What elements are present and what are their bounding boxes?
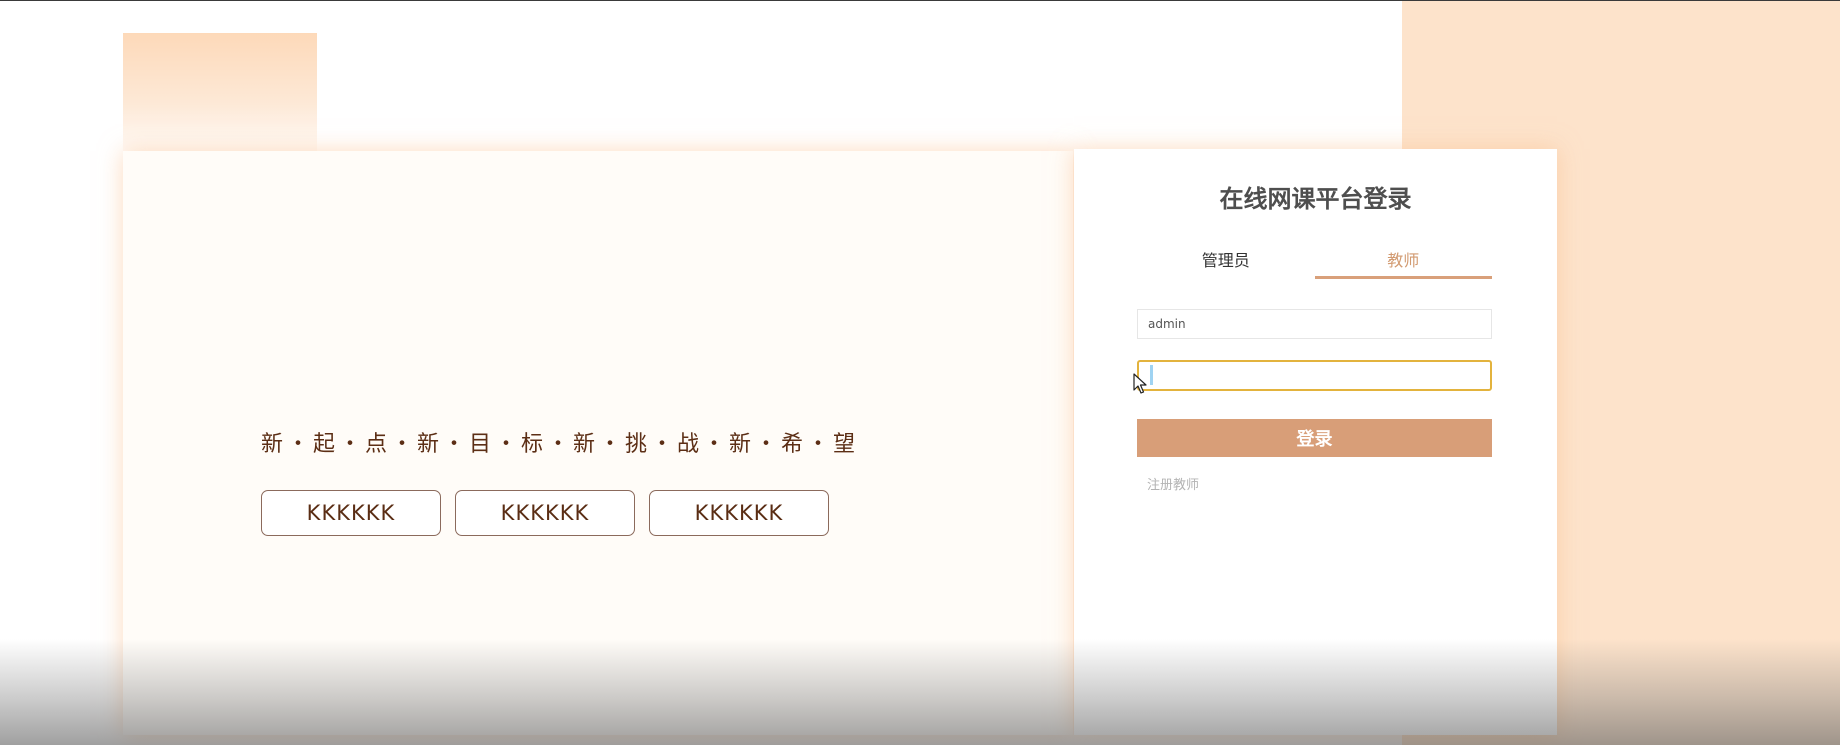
username-input[interactable] (1137, 309, 1492, 339)
register-teacher-link[interactable]: 注册教师 (1147, 474, 1199, 493)
tab-teacher[interactable]: 教师 (1314, 245, 1492, 279)
login-page: 新・起・点・新・目・标・新・挑・战・新・希・望 KKKKKK KKKKKK KK… (0, 0, 1840, 745)
hero-tag-button-1[interactable]: KKKKKK (261, 490, 441, 536)
hero-tag-button-2[interactable]: KKKKKK (455, 490, 635, 536)
hero-panel: 新・起・点・新・目・标・新・挑・战・新・希・望 KKKKKK KKKKKK KK… (123, 151, 1073, 735)
hero-tag-row: KKKKKK KKKKKK KKKKKK (261, 490, 829, 536)
decorative-square (123, 33, 317, 163)
login-panel: 在线网课平台登录 管理员 教师 登录 注册教师 (1074, 149, 1557, 735)
login-button[interactable]: 登录 (1137, 419, 1492, 457)
text-caret (1150, 365, 1153, 385)
hero-slogan: 新・起・点・新・目・标・新・挑・战・新・希・望 (261, 432, 860, 457)
hero-tag-button-3[interactable]: KKKKKK (649, 490, 829, 536)
role-tabs: 管理员 教师 (1137, 245, 1492, 279)
password-input[interactable] (1137, 360, 1492, 391)
login-title: 在线网课平台登录 (1219, 185, 1412, 213)
mouse-pointer-icon (1133, 373, 1147, 394)
tab-admin[interactable]: 管理员 (1137, 245, 1315, 279)
